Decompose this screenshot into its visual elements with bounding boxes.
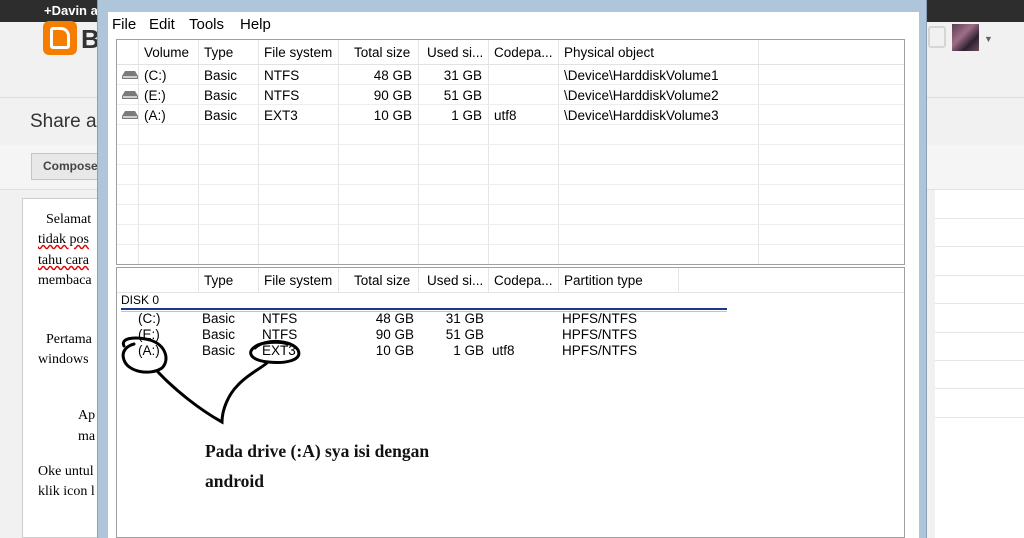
- annotation-text-line1: Pada drive (:A) sya isi dengan: [205, 441, 430, 461]
- hand-drawn-annotation: [121, 336, 301, 425]
- annotation-text-line2: android: [205, 471, 265, 491]
